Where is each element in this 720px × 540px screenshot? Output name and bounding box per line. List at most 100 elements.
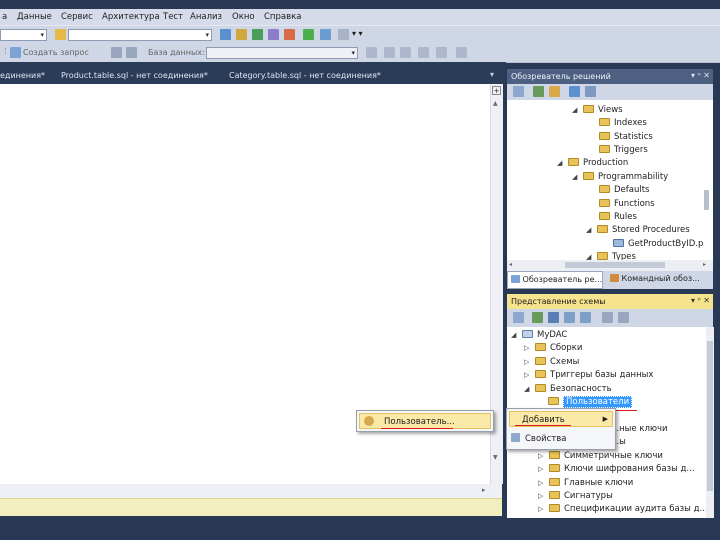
export-icon[interactable] xyxy=(618,312,629,323)
folder-icon xyxy=(549,491,560,499)
schema-view-vscroll[interactable] xyxy=(706,327,714,518)
properties-icon[interactable] xyxy=(513,312,524,323)
folder-icon xyxy=(535,370,546,378)
tab-product-table[interactable]: Product.table.sql - нет соединения* xyxy=(61,71,208,80)
tree-item[interactable]: Rules xyxy=(599,211,637,224)
comment-icon[interactable] xyxy=(436,47,447,58)
database-combo[interactable]: ▾ xyxy=(206,47,358,59)
properties-icon[interactable] xyxy=(513,86,524,97)
more-options-icon[interactable] xyxy=(338,29,349,40)
folder-open-icon xyxy=(568,158,579,166)
solution-explorer-hscroll[interactable]: ◂ ▸ xyxy=(507,260,713,271)
find-in-files-icon[interactable] xyxy=(55,29,66,40)
tree-item[interactable]: ▷ Спецификации аудита базы д... xyxy=(538,503,708,516)
split-view-icon[interactable]: + xyxy=(492,86,501,95)
scroll-thumb[interactable] xyxy=(565,262,665,268)
tree-item[interactable]: Functions xyxy=(599,198,655,211)
tree-item[interactable]: ▷ Схемы xyxy=(524,356,579,369)
database-label: База данных: xyxy=(148,48,205,57)
tree-item[interactable]: ◢ Stored Procedures xyxy=(586,224,690,237)
scroll-right-icon[interactable]: ▸ xyxy=(703,261,706,268)
annotation-underline xyxy=(515,425,571,426)
results-to-grid-icon[interactable] xyxy=(111,47,122,58)
tree-item[interactable]: GetProductByID.p xyxy=(613,238,703,251)
execute-icon[interactable] xyxy=(366,47,377,58)
user-icon xyxy=(364,416,374,426)
tree-item[interactable]: ◢ Programmability xyxy=(572,171,668,184)
refresh-icon[interactable] xyxy=(532,312,543,323)
toolbar-overflow-icon[interactable]: ▾ ▾ xyxy=(352,29,363,38)
menu-bar: а Данные Сервис Архитектура Тест Анализ … xyxy=(0,9,720,25)
editor-horizontal-scrollbar[interactable]: ▸ xyxy=(0,484,502,498)
start-page-icon[interactable] xyxy=(303,29,314,40)
tree-item[interactable]: Indexes xyxy=(599,117,647,130)
tree-item[interactable]: ◢ Production xyxy=(557,157,628,170)
tree-scroll-thumb[interactable] xyxy=(704,190,709,210)
folder-icon xyxy=(599,199,610,207)
menu-item-view[interactable]: а xyxy=(2,12,7,22)
menu-item-help[interactable]: Справка xyxy=(264,12,301,22)
properties-icon[interactable] xyxy=(236,29,247,40)
tree-item[interactable]: ▷ Ключи шифрования базы д... xyxy=(538,463,695,476)
scroll-thumb[interactable] xyxy=(707,341,713,491)
panel-pin-close-icon[interactable]: ▾ ⁿ ✕ xyxy=(691,71,710,80)
scroll-down-icon[interactable]: ▼ xyxy=(493,454,498,461)
view-designer-icon[interactable] xyxy=(569,86,580,97)
view-code-icon[interactable] xyxy=(585,86,596,97)
show-all-files-icon[interactable] xyxy=(533,86,544,97)
tree-item[interactable]: Defaults xyxy=(599,184,650,197)
create-query-button[interactable]: Создать запрос xyxy=(23,48,89,57)
properties-icon xyxy=(511,433,520,442)
tab-solution-explorer[interactable]: Обозреватель ре... xyxy=(507,271,603,289)
schema-view-title-text: Представление схемы xyxy=(511,297,606,306)
object-browser-icon[interactable] xyxy=(252,29,263,40)
tree-item[interactable]: ◢ Безопасность xyxy=(524,383,612,396)
folder-icon xyxy=(599,185,610,193)
menu-item-architecture[interactable]: Архитектура xyxy=(102,12,160,22)
tree-item[interactable]: ▷ Сигнатуры xyxy=(538,490,613,503)
extension-manager-icon[interactable] xyxy=(284,29,295,40)
show-plan-icon[interactable] xyxy=(418,47,429,58)
scroll-up-icon[interactable]: ▲ xyxy=(493,100,498,107)
menu-item-window[interactable]: Окно xyxy=(232,12,255,22)
uncomment-icon[interactable] xyxy=(456,47,467,58)
command-window-icon[interactable] xyxy=(320,29,331,40)
results-to-text-icon[interactable] xyxy=(126,47,137,58)
menu-item-test[interactable]: Тест xyxy=(163,12,183,22)
menu-item-data[interactable]: Данные xyxy=(17,12,52,22)
parse-icon[interactable] xyxy=(384,47,395,58)
cancel-query-icon[interactable] xyxy=(400,47,411,58)
scroll-right-icon[interactable]: ▸ xyxy=(482,486,486,494)
refresh-icon[interactable] xyxy=(549,86,560,97)
tab-dropdown-icon[interactable]: ▾ xyxy=(490,70,494,79)
tree-item[interactable]: Statistics xyxy=(599,131,653,144)
tree-item[interactable]: ▷ Триггеры базы данных xyxy=(524,369,653,382)
menu-item-analyze[interactable]: Анализ xyxy=(190,12,222,22)
toolbox-icon[interactable] xyxy=(268,29,279,40)
sort-alpha-icon[interactable] xyxy=(548,312,559,323)
menu-item-tools[interactable]: Сервис xyxy=(61,12,93,22)
database-icon xyxy=(522,330,533,338)
menu-item-user[interactable]: Пользователь... xyxy=(359,413,491,429)
tree-item[interactable]: Triggers xyxy=(599,144,648,157)
tree-item[interactable]: ◢ Views xyxy=(572,104,623,117)
solution-explorer-icon[interactable] xyxy=(220,29,231,40)
tree-item[interactable]: ▷ Сборки xyxy=(524,342,582,355)
panel-pin-close-icon[interactable]: ▾ ⁿ ✕ xyxy=(691,296,710,305)
new-query-icon[interactable] xyxy=(10,47,21,58)
sort-type-icon[interactable] xyxy=(564,312,575,323)
import-icon[interactable] xyxy=(602,312,613,323)
folder-open-icon xyxy=(597,252,608,260)
tab-first-document[interactable]: единения* xyxy=(0,71,45,80)
tree-item[interactable]: ▷ Главные ключи xyxy=(538,477,633,490)
solution-config-combo[interactable]: ▾ xyxy=(0,29,47,41)
tree-item[interactable]: ...ные ключи xyxy=(611,423,668,436)
tab-team-explorer[interactable]: Командный обоз... xyxy=(607,271,713,289)
filter-icon[interactable] xyxy=(580,312,591,323)
tab-category-table[interactable]: Category.table.sql - нет соединения* xyxy=(229,71,381,80)
find-combo[interactable]: ▾ xyxy=(68,29,212,41)
scroll-left-icon[interactable]: ◂ xyxy=(509,261,512,268)
tree-item-database[interactable]: ◢ MyDAC xyxy=(511,329,567,342)
tree-item[interactable]: ▷ Симметричные ключи xyxy=(538,450,663,463)
menu-item-properties[interactable]: Свойства xyxy=(509,430,613,446)
